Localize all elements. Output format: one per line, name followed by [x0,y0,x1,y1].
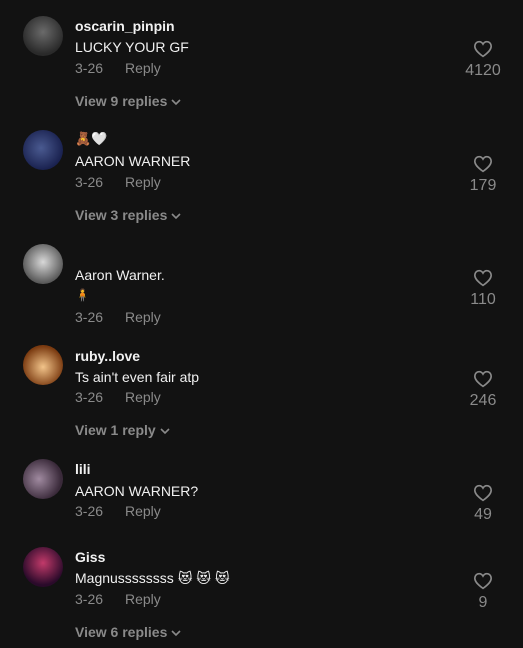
heart-icon[interactable] [473,155,493,173]
comment-text: 🧍 [75,288,90,302]
comment-date: 3-26 [75,389,104,405]
cat-emoji-icon: 😻 [215,570,230,586]
reply-button[interactable]: Reply [125,389,161,405]
reply-button[interactable]: Reply [125,174,161,190]
cat-emoji-icon: 😻 [177,570,193,586]
comment-text: Ts ain't even fair atp [75,369,200,385]
reply-button[interactable]: Reply [125,60,161,76]
heart-icon[interactable] [473,40,493,58]
comment-text: Magnussssssss 😻 😻 😻 [75,570,230,587]
reply-button[interactable]: Reply [125,503,161,519]
comment-date: 3-26 [75,591,104,607]
view-replies-button[interactable]: View 9 replies [75,93,182,109]
heart-icon[interactable] [473,370,493,388]
comment-meta: 3-26 Reply [75,174,161,190]
avatar[interactable] [23,459,63,499]
like-count: 9 [478,594,488,611]
comment-date: 3-26 [75,60,104,76]
reply-button[interactable]: Reply [125,591,161,607]
like-group: 179 [458,155,508,195]
view-replies-label: View 6 replies [75,624,168,640]
heart-icon[interactable] [473,572,493,590]
like-group: 4120 [458,40,508,80]
like-count: 4120 [465,62,501,79]
view-replies-button[interactable]: View 3 replies [75,207,182,223]
comment-username[interactable]: lili [75,461,91,477]
like-group: 110 [458,269,508,309]
avatar[interactable] [23,16,63,56]
view-replies-label: View 9 replies [75,93,168,109]
comment-date: 3-26 [75,174,104,190]
comment-text: AARON WARNER? [75,483,199,499]
like-count: 246 [469,392,497,409]
comment-text: LUCKY YOUR GF [75,39,189,55]
chevron-down-icon [171,99,181,106]
chevron-down-icon [171,630,181,637]
like-count: 49 [474,506,492,523]
comment-meta: 3-26 Reply [75,389,161,405]
avatar[interactable] [23,547,63,587]
reply-button[interactable]: Reply [125,309,161,325]
chevron-down-icon [171,213,181,220]
comment-emoji-line: 🧸🤍 [75,131,108,146]
comment-meta: 3-26 Reply [75,591,161,607]
view-replies-label: View 1 reply [75,422,156,438]
comment-username[interactable]: AARON WARNER [75,153,190,169]
avatar[interactable] [23,244,63,284]
comment-meta: 3-26 Reply [75,309,161,325]
like-group: 9 [458,572,508,612]
like-count: 179 [469,177,497,194]
avatar[interactable] [23,345,63,385]
like-group: 49 [458,484,508,524]
cat-emoji-icon: 😻 [196,570,212,586]
comment-username[interactable]: Aaron Warner. [75,267,165,283]
comment-meta: 3-26 Reply [75,503,161,519]
chevron-down-icon [160,428,170,435]
like-count: 110 [470,291,496,308]
comment-username[interactable]: oscarin_pinpin [75,18,175,34]
comment-text-body: Magnussssssss [75,570,174,586]
heart-icon[interactable] [473,269,493,287]
view-replies-label: View 3 replies [75,207,168,223]
view-replies-button[interactable]: View 6 replies [75,624,182,640]
comment-username[interactable]: Giss [75,549,105,565]
avatar[interactable] [23,130,63,170]
comment-date: 3-26 [75,503,104,519]
comment-meta: 3-26 Reply [75,60,161,76]
like-group: 246 [458,370,508,410]
comment-username[interactable]: ruby..love [75,348,140,364]
view-replies-button[interactable]: View 1 reply [75,422,171,438]
comment-date: 3-26 [75,309,104,325]
heart-icon[interactable] [473,484,493,502]
